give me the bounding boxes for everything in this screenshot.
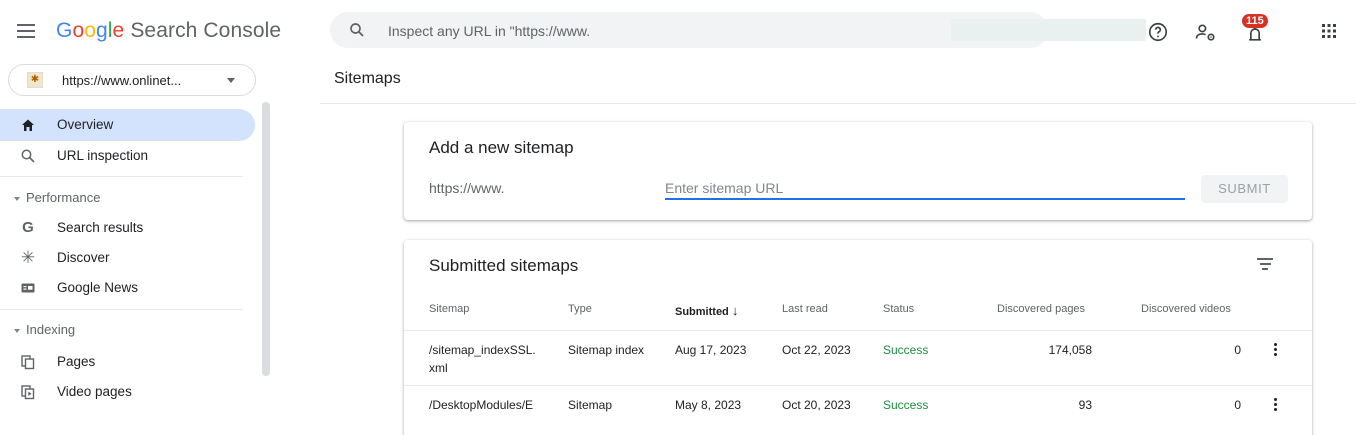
section-performance[interactable]: Performance	[14, 190, 100, 205]
search-icon	[21, 149, 35, 163]
column-header-type[interactable]: Type	[568, 303, 592, 315]
product-logo[interactable]: Google Search Console	[56, 19, 281, 43]
page-title: Sitemaps	[334, 70, 401, 87]
sidebar-item-label: Overview	[57, 117, 114, 132]
discovered-videos: 0	[1234, 343, 1241, 357]
product-name: Search Console	[130, 19, 282, 42]
sitemap-type: Sitemap index	[568, 343, 645, 357]
sidebar-item-discover[interactable]: ✳ Discover	[0, 242, 255, 274]
logo-letter: e	[112, 19, 125, 42]
sidebar-item-overview[interactable]: Overview	[0, 109, 255, 141]
home-icon	[22, 119, 34, 131]
sidebar-item-label: Search results	[57, 220, 144, 235]
property-favicon: ✱	[27, 72, 43, 88]
search-placeholder: Inspect any URL in "https://www.	[388, 23, 591, 39]
sidebar-divider	[0, 309, 243, 310]
sitemap-url-input[interactable]: Enter sitemap URL	[665, 174, 1185, 200]
more-vert-icon[interactable]	[1274, 343, 1278, 358]
logo-letter: G	[56, 19, 73, 42]
submitted-date: Aug 17, 2023	[675, 343, 747, 357]
column-header-sitemap[interactable]: Sitemap	[429, 303, 469, 315]
sidebar-item-google-news[interactable]: Google News	[0, 272, 255, 304]
logo-letter: g	[96, 19, 108, 42]
asterisk-icon: ✳	[20, 248, 36, 267]
column-header-submitted[interactable]: Submitted ↓	[675, 303, 738, 318]
submit-button[interactable]: SUBMIT	[1201, 175, 1288, 203]
caret-down-icon	[14, 196, 20, 201]
column-header-discovered-videos[interactable]: Discovered videos	[1141, 303, 1231, 315]
more-vert-icon[interactable]	[1274, 398, 1278, 413]
logo-letter: o	[84, 19, 96, 42]
sidebar-scrollbar[interactable]	[262, 102, 270, 376]
url-inspection-search[interactable]: Inspect any URL in "https://www.	[330, 12, 1146, 48]
add-sitemap-title: Add a new sitemap	[429, 138, 574, 157]
arrow-down-icon: ↓	[731, 303, 739, 318]
main-menu-button[interactable]	[14, 20, 38, 44]
sidebar-item-video-pages[interactable]: Video pages	[0, 376, 255, 408]
sidebar-item-search-results[interactable]: G Search results	[0, 212, 255, 244]
sitemap-url-prefix: https://www.	[429, 180, 505, 196]
sitemap-type: Sitemap	[568, 398, 613, 412]
google-g-icon: G	[22, 219, 34, 236]
video-pages-icon	[21, 385, 35, 400]
logo-letter: o	[72, 19, 85, 42]
users-settings-icon[interactable]	[1195, 23, 1217, 43]
sidebar-nav: Overview URL inspection Performance G Se…	[0, 106, 262, 435]
sidebar-item-label: Discover	[57, 250, 110, 265]
filter-icon[interactable]	[1256, 258, 1274, 272]
help-icon[interactable]	[1147, 21, 1169, 43]
property-label: https://www.onlinet...	[62, 73, 182, 88]
column-header-label: Submitted	[675, 306, 729, 318]
table-row[interactable]: /sitemap_indexSSL. xml Sitemap index Aug…	[404, 330, 1312, 385]
section-label: Indexing	[26, 322, 76, 337]
section-label: Performance	[26, 190, 101, 205]
discovered-videos: 0	[1234, 398, 1241, 412]
sitemap-path-cont[interactable]: xml	[429, 361, 448, 375]
apps-grid-icon[interactable]	[1321, 23, 1337, 39]
chevron-down-icon	[227, 78, 235, 83]
caret-down-icon	[14, 328, 20, 333]
column-header-discovered-pages[interactable]: Discovered pages	[997, 303, 1085, 315]
discovered-pages: 174,058	[1048, 343, 1092, 357]
sidebar-item-label: Video pages	[57, 384, 132, 399]
column-header-status[interactable]: Status	[883, 303, 914, 315]
sidebar-divider	[0, 176, 243, 177]
news-icon	[21, 283, 35, 293]
add-sitemap-card: Add a new sitemap https://www. Enter sit…	[404, 122, 1312, 220]
redacted-domain	[951, 19, 1146, 41]
sitemap-path[interactable]: /DesktopModules/E	[429, 398, 533, 412]
sidebar-item-pages[interactable]: Pages	[0, 346, 255, 378]
search-icon	[350, 23, 364, 37]
sidebar-item-url-inspection[interactable]: URL inspection	[0, 140, 255, 172]
column-header-last-read[interactable]: Last read	[782, 303, 828, 315]
pages-icon	[21, 355, 35, 370]
last-read-date: Oct 20, 2023	[782, 398, 851, 412]
submitted-date: May 8, 2023	[675, 398, 742, 412]
search-console-app: Google Search Console Inspect any URL in …	[0, 0, 1356, 435]
section-indexing[interactable]: Indexing	[14, 322, 75, 337]
header-divider	[320, 103, 1356, 104]
status-badge: Success	[883, 398, 929, 412]
notifications-badge: 115	[1242, 14, 1268, 28]
status-badge: Success	[883, 343, 929, 357]
sidebar-item-label: Google News	[57, 280, 139, 295]
discovered-pages: 93	[1078, 398, 1092, 412]
sidebar-item-label: URL inspection	[57, 148, 149, 163]
last-read-date: Oct 22, 2023	[782, 343, 851, 357]
submitted-sitemaps-card: Submitted sitemaps Sitemap Type Submitte…	[404, 240, 1312, 435]
sitemap-path[interactable]: /sitemap_indexSSL.	[429, 343, 536, 357]
sidebar-item-label: Pages	[57, 354, 96, 369]
property-selector[interactable]: ✱ https://www.onlinet...	[8, 64, 256, 96]
table-row[interactable]: /DesktopModules/E Sitemap May 8, 2023 Oc…	[404, 385, 1312, 435]
submitted-sitemaps-title: Submitted sitemaps	[429, 256, 579, 275]
top-app-bar: Google Search Console Inspect any URL in …	[0, 0, 1356, 64]
